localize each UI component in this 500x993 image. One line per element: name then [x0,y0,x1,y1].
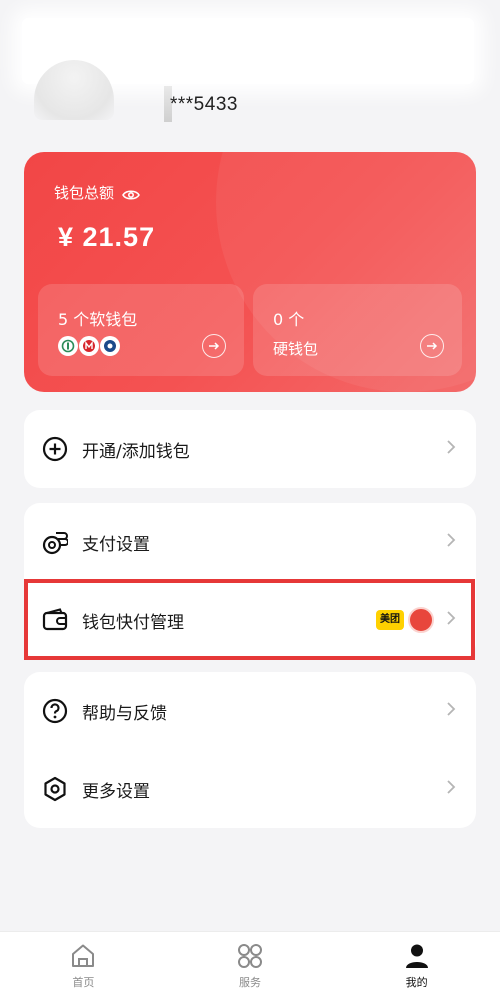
services-icon [238,944,262,968]
wallet-total-label-group: 钱包总额 [54,182,140,203]
quick-pay-label: 钱包快付管理 [82,612,184,633]
pay-settings-label: 支付设置 [82,534,150,555]
help-settings-card: 帮助与反馈 更多设置 [24,672,476,828]
chevron-right-icon [446,779,456,799]
bank-logo-icon [79,336,99,356]
pay-settings-row[interactable]: 支付设置 [24,503,476,581]
open-wallet-row[interactable]: 开通/添加钱包 [24,410,476,488]
soft-wallet-count: 5 个软钱包 [58,310,138,329]
soft-wallet-card[interactable]: 5 个软钱包 [38,284,244,376]
tab-home[interactable]: 首页 [0,932,167,993]
tab-profile[interactable]: 我的 [333,932,500,993]
tab-home-label: 首页 [72,976,95,989]
coins-icon [42,529,69,555]
profile-icon [405,944,428,968]
meituan-badge: 美团 [376,610,404,630]
hard-wallet-card[interactable]: 0 个 硬钱包 [253,284,462,376]
wallet-icon [42,607,68,633]
tab-services[interactable]: 服务 [167,932,334,993]
help-row[interactable]: 帮助与反馈 [24,672,476,750]
home-icon [72,944,95,967]
wallet-amount: ¥ 21.57 [58,222,156,252]
open-wallet-card: 开通/添加钱包 [24,410,476,488]
hard-wallet-arrow-icon[interactable] [420,334,444,358]
plus-circle-icon [42,436,68,462]
partner-logo-icon [408,607,434,633]
open-wallet-label: 开通/添加钱包 [82,441,190,462]
quick-pay-row[interactable]: 钱包快付管理 美团 [24,581,476,659]
chevron-right-icon [446,701,456,721]
chevron-right-icon [446,532,456,552]
phone-number: ***5433 [170,94,238,115]
bank-logo-icon [58,336,78,356]
more-settings-label: 更多设置 [82,781,150,802]
question-circle-icon [42,698,68,724]
more-settings-row[interactable]: 更多设置 [24,750,476,828]
payment-settings-card: 支付设置 钱包快付管理 美团 [24,503,476,659]
tab-profile-label: 我的 [405,976,428,989]
bottom-tab-bar: 首页 服务 我的 [0,931,500,993]
bank-logo-icon [100,336,120,356]
chevron-right-icon [446,439,456,459]
hard-wallet-label: 硬钱包 [273,340,319,358]
bank-logos [58,336,120,356]
tab-services-label: 服务 [239,976,261,989]
hard-wallet-count: 0 个 [273,310,305,329]
soft-wallet-arrow-icon[interactable] [202,334,226,358]
wallet-total-label: 钱包总额 [54,184,115,202]
chevron-right-icon [446,610,456,630]
wallet-card: 钱包总额 ¥ 21.57 5 个软钱包 0 个 硬钱包 [24,152,476,392]
help-label: 帮助与反馈 [82,703,167,724]
eye-icon[interactable] [122,187,140,200]
hexagon-gear-icon [42,776,68,802]
